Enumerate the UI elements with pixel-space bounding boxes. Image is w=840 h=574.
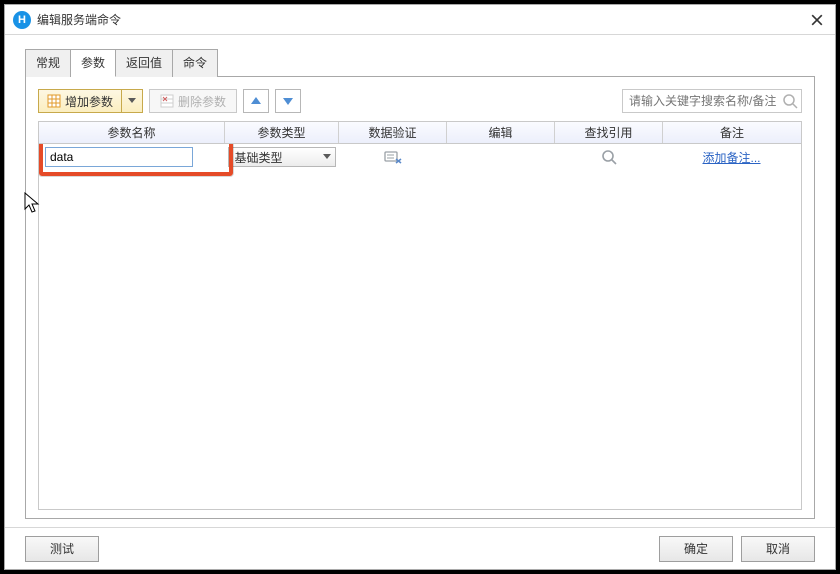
toolbar: 增加参数 删除参数 [38,89,802,113]
close-button[interactable] [807,10,827,30]
tab-params[interactable]: 参数 [71,49,116,77]
add-note-link[interactable]: 添加备注... [702,149,760,166]
dialog-window: H 编辑服务端命令 常规 参数 返回值 命令 [4,4,836,570]
search-icon [782,93,798,109]
arrow-down-icon [283,97,293,105]
param-grid: 参数名称 参数类型 数据验证 编辑 查找引用 备注 [38,121,802,510]
test-button[interactable]: 测试 [25,536,99,562]
col-header-name[interactable]: 参数名称 [39,122,225,143]
cell-name[interactable] [39,144,225,170]
col-header-find[interactable]: 查找引用 [555,122,663,143]
cell-find[interactable] [555,144,663,170]
grid-body: 基础类型 [39,144,801,509]
col-header-type[interactable]: 参数类型 [225,122,339,143]
col-header-note[interactable]: 备注 [663,122,801,143]
param-type-select[interactable]: 基础类型 [228,147,336,167]
add-param-button[interactable]: 增加参数 [38,89,122,113]
add-param-label: 增加参数 [65,93,113,110]
tab-general[interactable]: 常规 [25,49,71,77]
cell-type[interactable]: 基础类型 [225,144,339,170]
tab-return[interactable]: 返回值 [116,49,173,77]
delete-param-label: 删除参数 [178,93,226,110]
table-add-icon [47,94,61,108]
cancel-button[interactable]: 取消 [741,536,815,562]
move-up-button[interactable] [243,89,269,113]
cell-valid[interactable] [339,144,447,170]
content-area: 常规 参数 返回值 命令 增加参数 [5,35,835,527]
ok-label: 确定 [684,540,708,557]
search-wrap [622,89,802,113]
grid-header: 参数名称 参数类型 数据验证 编辑 查找引用 备注 [39,122,801,144]
tab-command[interactable]: 命令 [173,49,218,77]
close-icon [811,14,823,26]
chevron-down-icon [323,154,331,160]
search-icon [601,149,617,165]
col-header-edit[interactable]: 编辑 [447,122,555,143]
window-title: 编辑服务端命令 [37,11,807,28]
tabs: 常规 参数 返回值 命令 [25,49,815,77]
test-label: 测试 [50,540,74,557]
cell-edit[interactable] [447,144,555,170]
table-delete-icon [160,94,174,108]
cancel-label: 取消 [766,540,790,557]
param-name-input[interactable] [45,147,193,167]
validation-icon [384,150,402,164]
app-icon: H [13,11,31,29]
col-header-valid[interactable]: 数据验证 [339,122,447,143]
arrow-up-icon [251,97,261,105]
delete-param-button[interactable]: 删除参数 [149,89,237,113]
cell-note[interactable]: 添加备注... [663,144,801,170]
move-down-button[interactable] [275,89,301,113]
param-type-label: 基础类型 [235,149,283,166]
ok-button[interactable]: 确定 [659,536,733,562]
chevron-down-icon [128,98,136,104]
titlebar: H 编辑服务端命令 [5,5,835,35]
add-param-dropdown[interactable] [122,89,143,113]
search-input[interactable] [622,89,802,113]
dialog-footer: 测试 确定 取消 [5,527,835,569]
tab-panel-params: 增加参数 删除参数 [25,77,815,519]
add-param-split-button[interactable]: 增加参数 [38,89,143,113]
table-row[interactable]: 基础类型 [39,144,801,170]
